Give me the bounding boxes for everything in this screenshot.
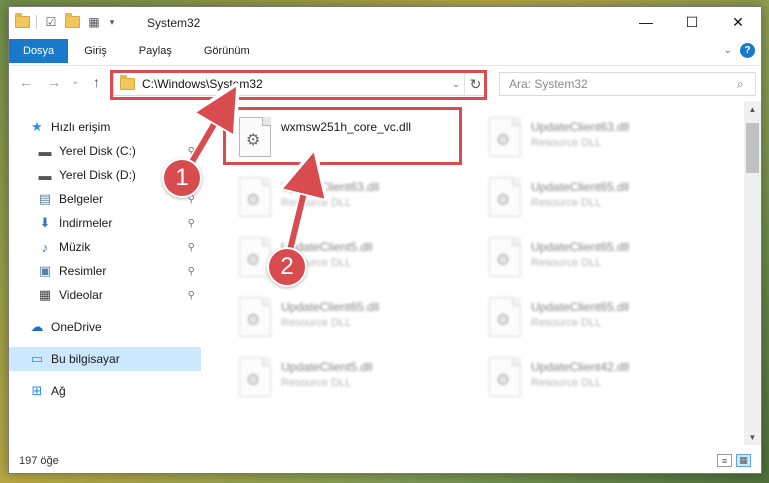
arrow-2-core xyxy=(290,172,309,251)
step-badge-2: 2 xyxy=(267,247,307,287)
step-badge-1: 1 xyxy=(162,158,202,198)
annotation-arrows xyxy=(181,0,769,255)
